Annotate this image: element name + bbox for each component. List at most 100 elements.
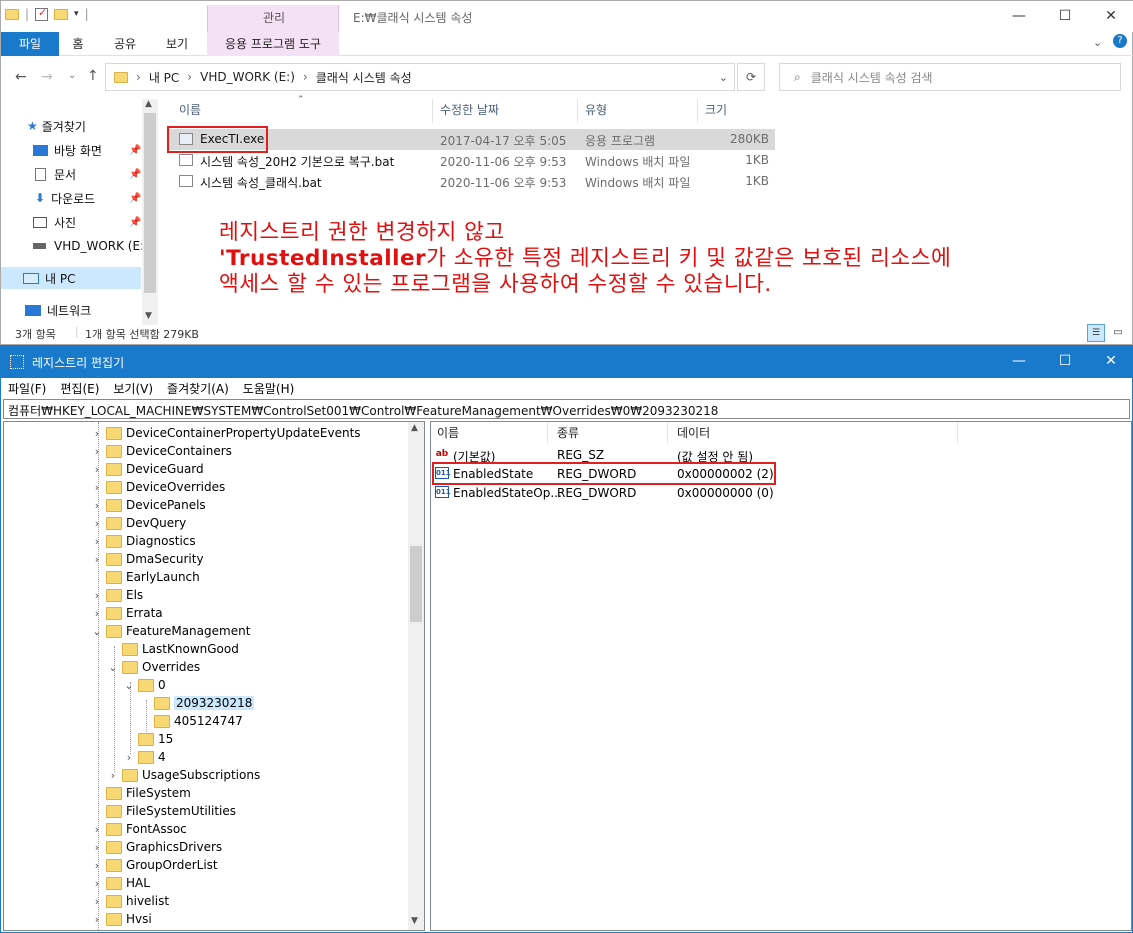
nav-item-vhd-work[interactable]: VHD_WORK (E:)	[33, 235, 153, 257]
chevron-right-icon[interactable]: ›	[90, 859, 104, 872]
chevron-right-icon[interactable]: ›	[90, 913, 104, 926]
tab-home[interactable]: 홈	[63, 32, 93, 56]
tree-node[interactable]: › GraphicsDrivers	[90, 838, 222, 856]
tree-node[interactable]: › Els	[90, 586, 143, 604]
chevron-right-icon[interactable]: ›	[90, 589, 104, 602]
chevron-right-icon[interactable]: ›	[90, 463, 104, 476]
tree-node[interactable]: FileSystem	[90, 784, 191, 802]
tree-scrollbar[interactable]: ▲ ▼	[408, 422, 424, 930]
scroll-thumb[interactable]	[410, 546, 422, 622]
column-divider[interactable]	[957, 422, 958, 444]
tree-node[interactable]: › DeviceContainers	[90, 442, 232, 460]
tree-node[interactable]: › HAL	[90, 874, 150, 892]
scroll-down-icon[interactable]: ▼	[145, 311, 152, 321]
details-view-icon[interactable]: ☰	[1087, 324, 1105, 342]
menu-help[interactable]: 도움말(H)	[236, 378, 302, 398]
search-input[interactable]: ⌕ 클래식 시스템 속성 검색	[779, 63, 1121, 91]
chevron-down-icon[interactable]: ⌄	[122, 679, 136, 692]
tree-node[interactable]: ⌄ FeatureManagement	[90, 622, 250, 640]
maximize-button[interactable]: ☐	[1042, 346, 1088, 376]
tree-node[interactable]: ⌄ 0	[122, 676, 165, 694]
large-icons-view-icon[interactable]: ▭	[1109, 324, 1127, 342]
back-arrow-icon[interactable]: ←	[15, 69, 27, 85]
chevron-down-icon[interactable]: ⌄	[90, 625, 104, 638]
pin-icon[interactable]: 📌	[129, 217, 141, 228]
close-button[interactable]: ✕	[1088, 346, 1133, 376]
tab-file[interactable]: 파일	[1, 32, 59, 56]
tree-node[interactable]: › DeviceOverrides	[90, 478, 225, 496]
help-icon[interactable]: ?	[1113, 34, 1127, 48]
forward-arrow-icon[interactable]: →	[41, 69, 53, 85]
column-header-size[interactable]: 크기	[705, 101, 727, 123]
column-divider[interactable]	[697, 99, 698, 123]
column-header-type[interactable]: 유형	[585, 101, 607, 123]
maximize-button[interactable]: ☐	[1042, 1, 1088, 31]
refresh-button[interactable]: ⟳	[737, 63, 765, 91]
column-header-name[interactable]: 이름	[437, 424, 459, 441]
column-header-date[interactable]: 수정한 날짜	[440, 101, 499, 123]
column-header-type[interactable]: 종류	[557, 424, 579, 441]
address-bar[interactable]: › 내 PC › VHD_WORK (E:) › 클래식 시스템 속성 ⌄	[105, 63, 735, 91]
chevron-right-icon[interactable]: ›	[90, 607, 104, 620]
pin-icon[interactable]: 📌	[129, 193, 141, 204]
minimize-button[interactable]: —	[996, 1, 1042, 31]
ribbon-expand-icon[interactable]: ⌄	[1093, 36, 1102, 49]
tab-view[interactable]: 보기	[157, 32, 197, 56]
recent-chevron-icon[interactable]: ⌄	[68, 70, 76, 81]
tree-node[interactable]: 405124747	[138, 712, 243, 730]
column-divider[interactable]	[547, 422, 548, 444]
breadcrumb-item[interactable]: VHD_WORK (E:)	[200, 70, 295, 84]
scroll-down-icon[interactable]: ▼	[411, 916, 418, 926]
column-header-data[interactable]: 데이터	[677, 424, 710, 441]
chevron-right-icon[interactable]: ›	[90, 895, 104, 908]
chevron-right-icon[interactable]: ›	[106, 769, 120, 782]
tree-node[interactable]: › Hvsi	[90, 910, 152, 928]
chevron-right-icon[interactable]: ›	[90, 499, 104, 512]
qat-dropdown-icon[interactable]: ▾	[74, 9, 79, 19]
column-header-name[interactable]: 이름	[179, 101, 201, 123]
tree-node[interactable]: ⌄ Overrides	[106, 658, 200, 676]
address-dropdown-icon[interactable]: ⌄	[719, 71, 728, 84]
minimize-button[interactable]: —	[996, 346, 1042, 376]
tree-node[interactable]: › 4	[122, 748, 166, 766]
pin-icon[interactable]: 📌	[129, 169, 141, 180]
chevron-right-icon[interactable]: ›	[90, 535, 104, 548]
menu-favorites[interactable]: 즐겨찾기(A)	[160, 378, 236, 398]
file-row[interactable]: 시스템 속성_20H2 기본으로 복구.bat 2020-11-06 오후 9:…	[169, 150, 775, 171]
tree-node[interactable]: 15	[122, 730, 173, 748]
file-row[interactable]: 시스템 속성_클래식.bat 2020-11-06 오후 9:53 Window…	[169, 171, 775, 192]
tree-node[interactable]: › DeviceGuard	[90, 460, 204, 478]
tree-node[interactable]: EarlyLaunch	[90, 568, 200, 586]
tree-node[interactable]: › DevQuery	[90, 514, 186, 532]
scroll-up-icon[interactable]: ▲	[145, 99, 152, 109]
chevron-right-icon[interactable]: ›	[90, 445, 104, 458]
tab-share[interactable]: 공유	[105, 32, 145, 56]
menu-view[interactable]: 보기(V)	[106, 378, 160, 398]
pin-icon[interactable]: 📌	[129, 145, 141, 156]
column-divider[interactable]	[577, 99, 578, 123]
tree-node[interactable]: › UsageSubscriptions	[106, 766, 260, 784]
registry-path-bar[interactable]: 컴퓨터₩HKEY_LOCAL_MACHINE₩SYSTEM₩ControlSet…	[3, 399, 1130, 419]
tree-node[interactable]: LastKnownGood	[106, 640, 239, 658]
nav-this-pc[interactable]: 내 PC	[1, 267, 141, 289]
tree-node[interactable]: › DevicePanels	[90, 496, 206, 514]
scroll-up-icon[interactable]: ▲	[411, 423, 418, 433]
scroll-thumb[interactable]	[144, 113, 156, 293]
breadcrumb-item[interactable]: 클래식 시스템 속성	[316, 69, 412, 86]
chevron-right-icon[interactable]: ›	[90, 427, 104, 440]
tree-node[interactable]: › GroupOrderList	[90, 856, 218, 874]
chevron-down-icon[interactable]: ⌄	[106, 661, 120, 674]
menu-edit[interactable]: 편집(E)	[53, 378, 106, 398]
new-folder-icon[interactable]	[54, 8, 69, 20]
tree-node[interactable]: › DeviceContainerPropertyUpdateEvents	[90, 424, 361, 442]
tree-node[interactable]: › DmaSecurity	[90, 550, 204, 568]
column-divider[interactable]	[667, 422, 668, 444]
tree-node[interactable]: › FontAssoc	[90, 820, 187, 838]
tree-node[interactable]: FileSystemUtilities	[90, 802, 236, 820]
close-button[interactable]: ✕	[1088, 1, 1133, 31]
tab-app-tools[interactable]: 응용 프로그램 도구	[207, 32, 339, 56]
chevron-right-icon[interactable]: ›	[90, 481, 104, 494]
chevron-right-icon[interactable]: ›	[90, 841, 104, 854]
up-arrow-icon[interactable]: ↑	[87, 68, 99, 84]
tree-node[interactable]: › hivelist	[90, 892, 169, 910]
